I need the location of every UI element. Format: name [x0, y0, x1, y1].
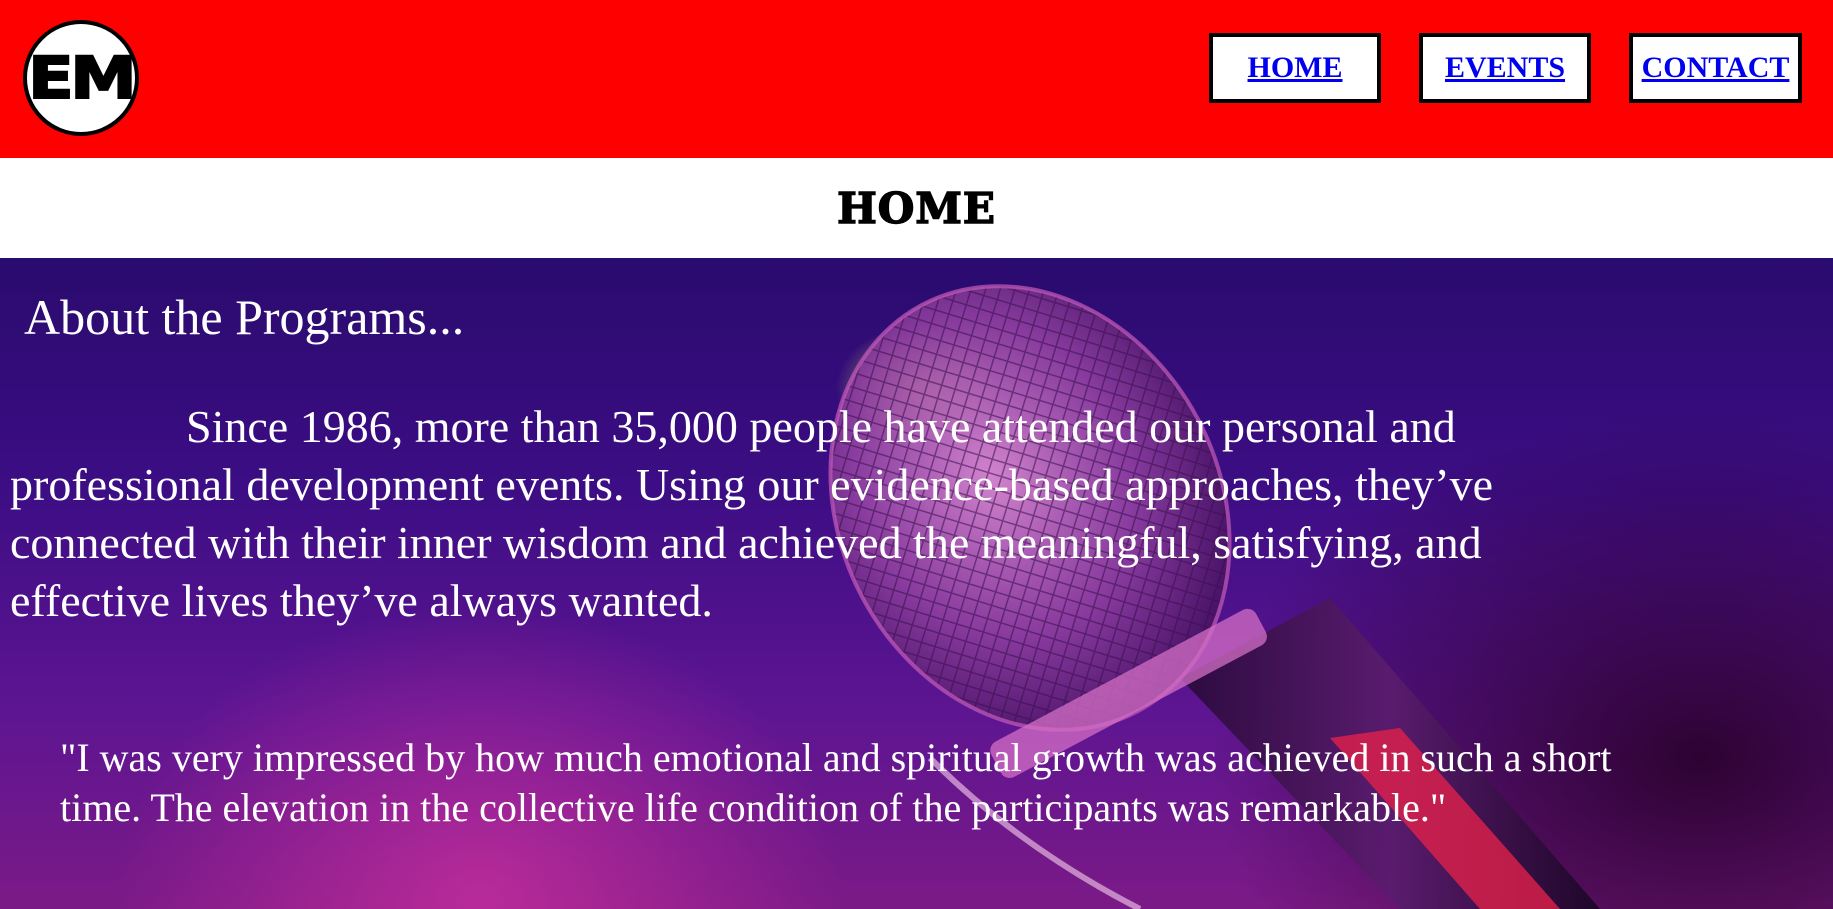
- hero-section: About the Programs... Since 1986, more t…: [0, 258, 1833, 909]
- nav-home-link[interactable]: HOME: [1248, 51, 1343, 85]
- about-heading: About the Programs...: [24, 289, 465, 345]
- about-body: Since 1986, more than 35,000 people have…: [10, 401, 1493, 626]
- logo-text: EM: [27, 44, 138, 112]
- page-title-bar: HOME: [0, 158, 1833, 258]
- page-title: HOME: [836, 183, 996, 234]
- nav-home-button[interactable]: HOME: [1209, 33, 1381, 103]
- site-header: EM HOME EVENTS CONTACT: [0, 0, 1833, 158]
- logo[interactable]: EM: [23, 20, 139, 136]
- nav-contact-button[interactable]: CONTACT: [1629, 33, 1802, 103]
- nav-events-button[interactable]: EVENTS: [1419, 33, 1591, 103]
- nav-contact-link[interactable]: CONTACT: [1642, 51, 1790, 85]
- nav-events-link[interactable]: EVENTS: [1445, 51, 1565, 85]
- testimonial-quote: "I was very impressed by how much emotio…: [60, 735, 1612, 830]
